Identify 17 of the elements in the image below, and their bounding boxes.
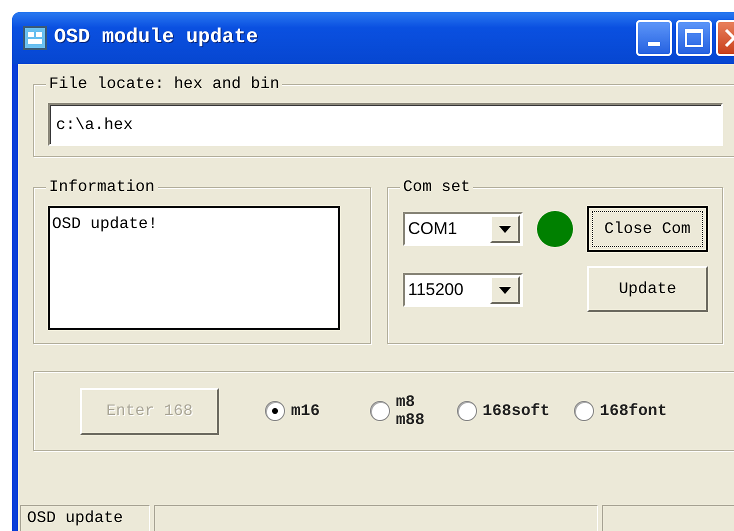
baud-rate-dropdown[interactable]: 115200 [403,273,524,307]
file-path-field[interactable]: c:\a.hex [48,103,723,146]
maximize-icon [684,28,704,48]
information-text-area[interactable]: OSD update! [48,206,340,330]
radio-option[interactable]: m16 [265,401,320,421]
minimize-icon [648,42,660,46]
radio-option[interactable]: m8 m88 [370,393,427,429]
close-com-button[interactable]: Close Com [586,206,708,252]
radio-option[interactable]: 168font [574,401,667,421]
status-panel: OSD update [20,505,150,531]
update-button[interactable]: Update [587,266,708,312]
app-icon [22,25,48,51]
minimize-button[interactable] [636,20,672,56]
radio-option[interactable]: 168soft [456,401,550,421]
window-title: OSD module update [54,25,258,51]
port-dropdown[interactable]: COM1 [403,212,524,246]
maximize-button[interactable] [676,20,712,56]
